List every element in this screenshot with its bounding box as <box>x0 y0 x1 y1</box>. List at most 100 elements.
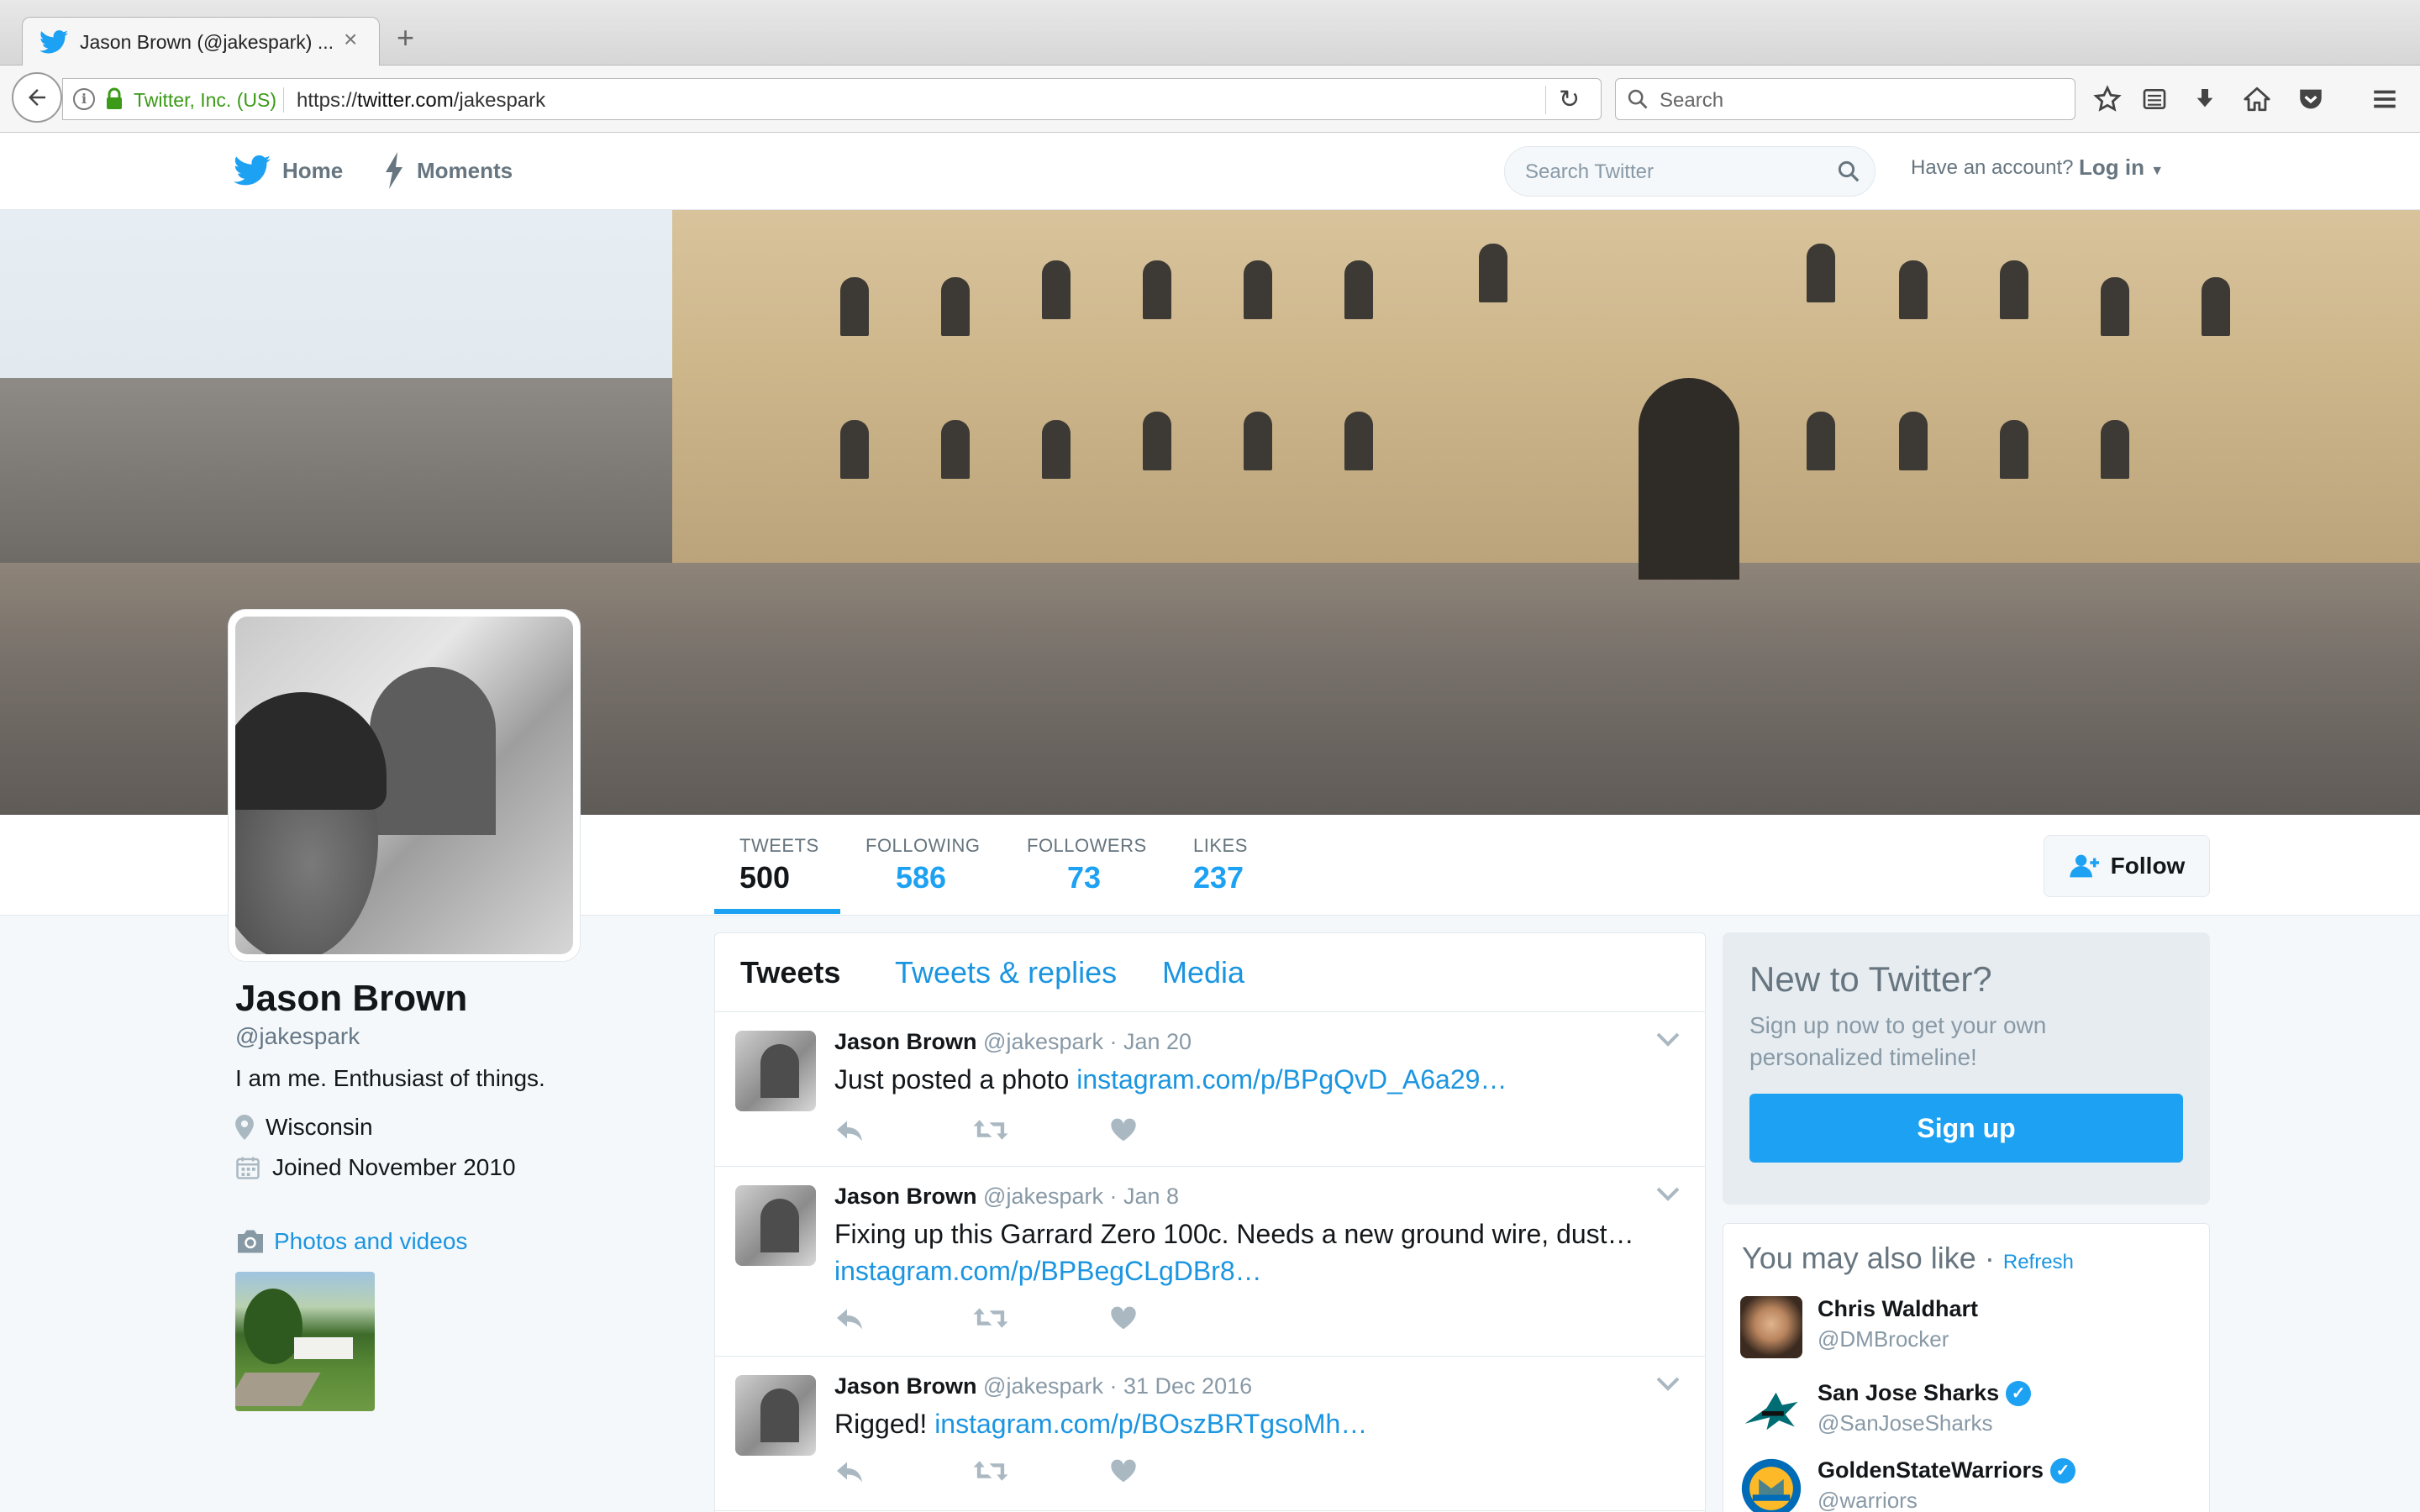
heart-icon[interactable] <box>1110 1454 1248 1488</box>
back-button[interactable] <box>12 72 62 123</box>
timeline-tabs: Tweets Tweets & replies Media <box>715 933 1705 1012</box>
signup-description: Sign up now to get your own personalized… <box>1749 1012 2047 1070</box>
castle-window <box>1899 412 1928 470</box>
warriors-logo-icon <box>1741 1458 1802 1512</box>
login-label: Log in <box>2079 155 2144 180</box>
tweet-author[interactable]: Jason Brown <box>834 1029 977 1054</box>
tweet-text: Fixing up this Garrard Zero 100c. Needs … <box>834 1215 1666 1289</box>
user-avatar[interactable] <box>1740 1296 1802 1358</box>
tweet-link[interactable]: instagram.com/p/BPgQvD_A6a29… <box>1076 1064 1507 1095</box>
tweet-actions <box>834 1113 1248 1147</box>
stat-likes[interactable]: LIKES 237 <box>1193 835 1248 895</box>
castle-door <box>1639 378 1739 580</box>
reply-icon[interactable] <box>834 1301 972 1335</box>
photo-thumbnail[interactable] <box>235 1272 375 1411</box>
castle-window <box>1244 260 1272 319</box>
suggested-user[interactable]: Chris Waldhart @DMBrocker <box>1740 1294 2194 1370</box>
tab-title: Jason Brown (@jakespark) ... <box>80 31 334 53</box>
stat-followers[interactable]: FOLLOWERS 73 <box>1027 835 1147 895</box>
suggested-user-name[interactable]: Chris Waldhart <box>1818 1296 1978 1322</box>
retweet-icon[interactable] <box>972 1113 1110 1147</box>
twitter-search-placeholder: Search Twitter <box>1525 160 1654 183</box>
url-text[interactable]: https://twitter.com/jakespark <box>297 89 545 113</box>
stat-following[interactable]: FOLLOWING 586 <box>865 835 981 895</box>
retweet-icon[interactable] <box>972 1454 1110 1488</box>
reply-icon[interactable] <box>834 1113 972 1147</box>
tweet-link[interactable]: instagram.com/p/BOszBRTgsoMh… <box>934 1409 1367 1439</box>
castle-window <box>2000 260 2028 319</box>
star-icon[interactable] <box>2091 82 2124 116</box>
info-icon[interactable]: i <box>73 88 95 110</box>
refresh-link[interactable]: Refresh <box>2003 1251 2074 1273</box>
tab-tweets-and-replies[interactable]: Tweets & replies <box>895 955 1117 990</box>
pocket-icon[interactable] <box>2294 82 2328 116</box>
stat-tweets[interactable]: TWEETS 500 <box>739 835 819 895</box>
user-name-text: San Jose Sharks <box>1818 1380 2000 1405</box>
tweet-avatar[interactable] <box>735 1031 816 1111</box>
nav-home[interactable]: Home <box>234 150 343 192</box>
suggested-user[interactable]: GoldenStateWarriors ✓ @warriors <box>1740 1456 2194 1512</box>
tweet-author[interactable]: Jason Brown <box>834 1373 977 1399</box>
castle-window <box>1807 244 1835 302</box>
chevron-down-icon[interactable] <box>1656 1375 1680 1392</box>
reading-list-icon[interactable] <box>2138 82 2171 116</box>
tweet-avatar[interactable] <box>735 1185 816 1266</box>
stat-value: 500 <box>739 860 791 895</box>
profile-name[interactable]: Jason Brown <box>235 978 467 1020</box>
tweet-author[interactable]: Jason Brown <box>834 1184 977 1209</box>
url-bar[interactable]: i Twitter, Inc. (US) https://twitter.com… <box>62 78 1602 120</box>
suggested-user-name[interactable]: San Jose Sharks ✓ <box>1818 1380 2032 1406</box>
browser-tab[interactable]: Jason Brown (@jakespark) ... × <box>22 17 380 67</box>
heart-icon[interactable] <box>1110 1113 1248 1147</box>
download-icon[interactable] <box>2188 82 2222 116</box>
tweet-meta: @jakespark · Jan 20 <box>983 1029 1192 1054</box>
tweet-item[interactable]: Jason Brown @jakespark · Jan 8 Fixing up… <box>715 1167 1705 1357</box>
twitter-search-input[interactable]: Search Twitter <box>1504 146 1876 197</box>
who-to-follow-module: You may also like · Refresh Chris Waldha… <box>1723 1223 2210 1512</box>
reply-icon[interactable] <box>834 1454 972 1488</box>
avatar-arch <box>370 667 496 835</box>
tweet-item[interactable]: Jason Brown @jakespark · 31 Dec 2016 Rig… <box>715 1357 1705 1511</box>
castle-window <box>2101 420 2129 479</box>
url-domain: twitter.com <box>357 89 454 112</box>
thumb-path <box>235 1373 321 1406</box>
new-tab-button[interactable]: + <box>397 20 414 55</box>
tab-tweets[interactable]: Tweets <box>740 955 840 990</box>
browser-search-box[interactable]: Search <box>1615 78 2075 120</box>
profile-handle[interactable]: @jakespark <box>235 1023 360 1050</box>
suggested-user-name[interactable]: GoldenStateWarriors ✓ <box>1818 1457 2076 1483</box>
add-user-icon <box>2070 854 2099 878</box>
shark-logo-icon <box>1744 1392 1798 1431</box>
signup-button[interactable]: Sign up <box>1749 1094 2183 1163</box>
photos-and-videos-link[interactable]: Photos and videos <box>235 1228 467 1255</box>
castle-window <box>1244 412 1272 470</box>
search-icon[interactable] <box>1836 159 1861 184</box>
user-avatar[interactable] <box>1740 1380 1802 1442</box>
nav-moments[interactable]: Moments <box>383 150 513 192</box>
chevron-down-icon[interactable] <box>1656 1031 1680 1047</box>
chevron-down-icon[interactable] <box>1656 1185 1680 1202</box>
header-castle <box>672 210 2420 580</box>
tab-close-icon[interactable]: × <box>344 26 357 53</box>
twitter-top-bar: Home Moments Search Twitter Have an acco… <box>0 133 2420 210</box>
login-dropdown[interactable]: Log in ▼ <box>2079 155 2164 181</box>
hamburger-menu-icon[interactable] <box>2368 82 2402 116</box>
reload-icon[interactable]: ↻ <box>1559 85 1580 114</box>
castle-window <box>1479 244 1507 302</box>
heart-icon[interactable] <box>1110 1301 1248 1335</box>
suggested-user[interactable]: San Jose Sharks ✓ @SanJoseSharks <box>1740 1378 2194 1454</box>
wtf-title-text: You may also like <box>1742 1241 1976 1275</box>
profile-avatar[interactable] <box>229 610 580 961</box>
home-icon[interactable] <box>2240 82 2274 116</box>
tweet-link[interactable]: instagram.com/p/BPBegCLgDBr8… <box>834 1256 1262 1286</box>
camera-icon <box>238 1230 263 1253</box>
nav-moments-label: Moments <box>417 157 513 183</box>
tweet-avatar[interactable] <box>735 1375 816 1456</box>
nav-home-label: Home <box>282 157 344 183</box>
retweet-icon[interactable] <box>972 1301 1110 1335</box>
user-avatar[interactable] <box>1740 1457 1802 1512</box>
follow-button[interactable]: Follow <box>2044 835 2210 897</box>
tweet-body: Just posted a photo <box>834 1064 1077 1095</box>
tweet-item[interactable]: Jason Brown @jakespark · Jan 20 Just pos… <box>715 1012 1705 1167</box>
tab-media[interactable]: Media <box>1162 955 1244 990</box>
